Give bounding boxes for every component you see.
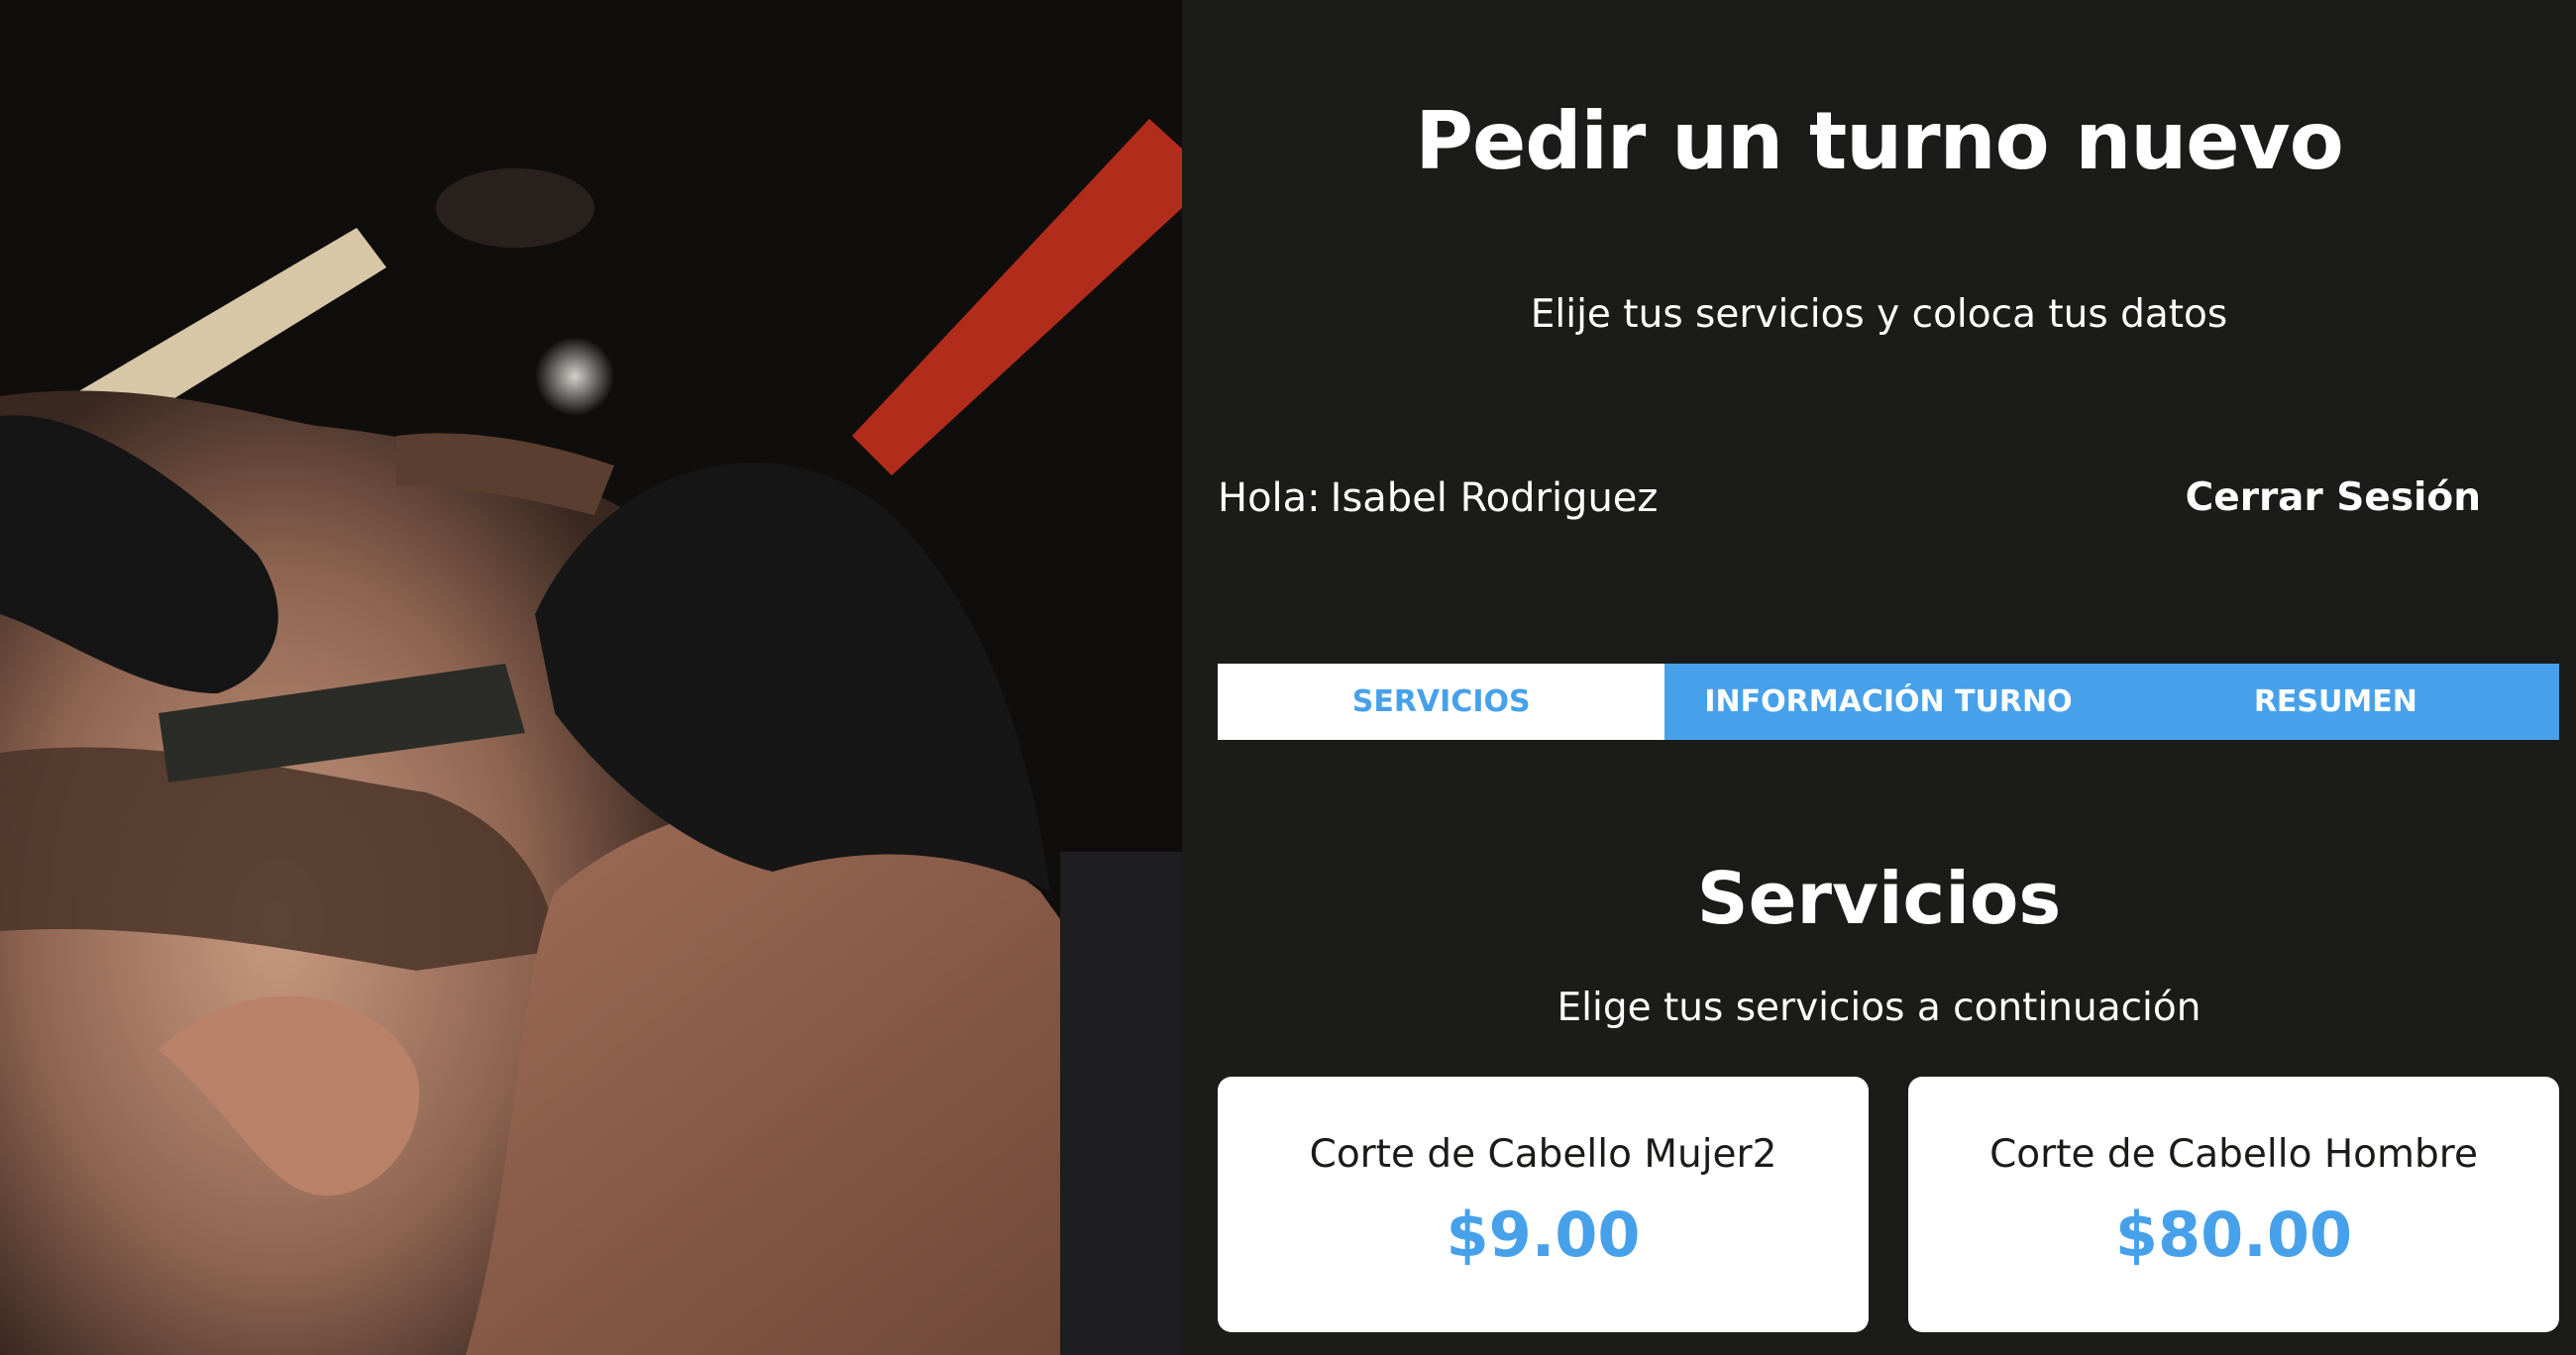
service-name: Corte de Cabello Hombre <box>1989 1132 2478 1177</box>
services-title: Servicios <box>1696 857 2062 940</box>
tab-informacion-turno[interactable]: Información Turno <box>1664 664 2111 740</box>
services-list: Corte de Cabello Mujer2 $9.00 Corte de C… <box>1218 1077 2559 1332</box>
services-subtitle: Elige tus servicios a continuación <box>1556 986 2201 1030</box>
page: Pedir un turno nuevo Elije tus servicios… <box>0 0 2576 1355</box>
tab-resumen[interactable]: Resumen <box>2112 664 2559 740</box>
service-price: $9.00 <box>1446 1199 1641 1271</box>
page-title: Pedir un turno nuevo <box>1415 95 2343 187</box>
service-name: Corte de Cabello Mujer2 <box>1309 1132 1777 1177</box>
hero-image <box>0 0 1182 1355</box>
user-name: Isabel Rodriguez <box>1330 475 1659 521</box>
greeting-label: Hola: <box>1218 475 1321 521</box>
barber-shaving-photo-icon <box>0 0 1182 1355</box>
service-card[interactable]: Corte de Cabello Hombre $80.00 <box>1908 1077 2559 1332</box>
page-subtitle: Elije tus servicios y coloca tus datos <box>1530 292 2228 337</box>
service-card[interactable]: Corte de Cabello Mujer2 $9.00 <box>1218 1077 1869 1332</box>
tab-servicios[interactable]: Servicios <box>1218 664 1665 740</box>
service-price: $80.00 <box>2114 1199 2353 1271</box>
user-greeting: Hola: Isabel Rodriguez <box>1218 475 1658 521</box>
logout-link[interactable]: Cerrar Sesión <box>2186 475 2481 520</box>
booking-panel: Pedir un turno nuevo Elije tus servicios… <box>1182 0 2576 1355</box>
booking-tabs: Servicios Información Turno Resumen <box>1218 664 2559 740</box>
